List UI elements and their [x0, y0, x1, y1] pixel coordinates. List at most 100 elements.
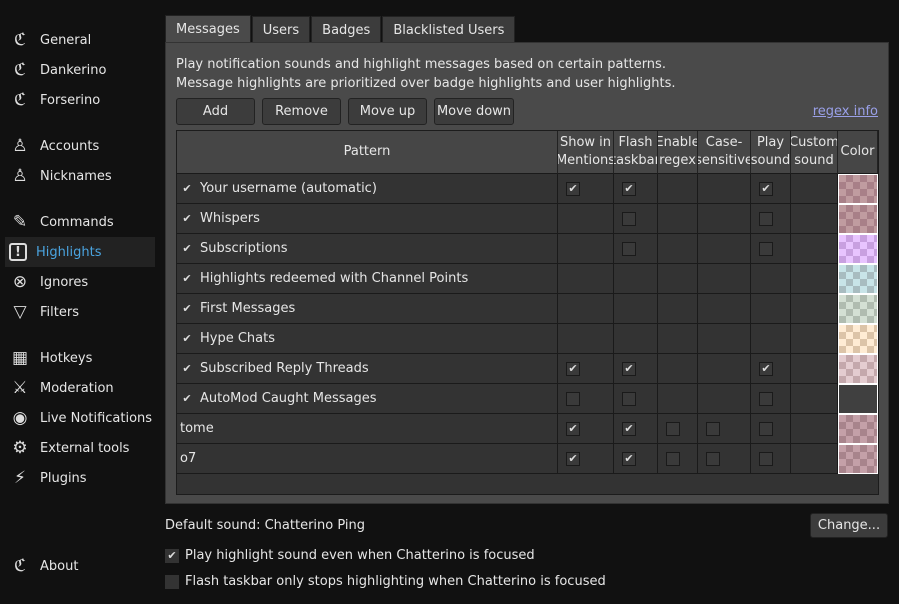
sidebar-item-label: General [40, 32, 92, 48]
user-icon: ♙ [12, 166, 28, 186]
enabled-checkbox[interactable]: ✔ [180, 331, 194, 346]
tab-blacklisted-users[interactable]: Blacklisted Users [382, 16, 516, 43]
tab-messages[interactable]: Messages [165, 15, 251, 43]
regex-info-link[interactable]: regex info [813, 104, 878, 119]
enabled-checkbox[interactable]: ✔ [180, 211, 194, 226]
move-down-button[interactable]: Move down [434, 98, 514, 125]
move-up-button[interactable]: Move up [348, 98, 427, 125]
enabled-checkbox[interactable]: ✔ [180, 271, 194, 286]
enable-regex-checkbox[interactable] [666, 451, 680, 466]
case-sensitive-checkbox[interactable] [706, 421, 720, 436]
sidebar-item-external-tools[interactable]: ⚙ External tools [5, 433, 155, 463]
play-sound-checkbox[interactable] [759, 211, 773, 226]
column-header-flash-taskbar[interactable]: Flash taskbar [614, 131, 658, 174]
cell-pattern[interactable]: ✔ Hype Chats [177, 324, 558, 354]
enabled-checkbox[interactable]: ✔ [180, 361, 194, 376]
column-header-show-in-mentions[interactable]: Show in Mentions [558, 131, 614, 174]
sidebar-item-accounts[interactable]: ♙ Accounts [5, 131, 155, 161]
sidebar-item-label: Live Notifications [40, 410, 153, 426]
play-sound-checkbox[interactable] [759, 391, 773, 406]
color-swatch[interactable] [838, 264, 878, 294]
color-swatch[interactable] [838, 354, 878, 384]
column-header-pattern[interactable]: Pattern [177, 131, 558, 174]
cell-pattern[interactable]: ✔ First Messages [177, 294, 558, 324]
cell-flash-taskbar: ✔ [614, 444, 658, 474]
flash-taskbar-checkbox[interactable]: ✔ [622, 421, 636, 436]
play-sound-checkbox[interactable]: ✔ [759, 181, 773, 196]
enabled-checkbox[interactable]: ✔ [180, 391, 194, 406]
sidebar-item-hotkeys[interactable]: ▦ Hotkeys [5, 343, 155, 373]
sidebar-item-label: External tools [40, 440, 130, 456]
sidebar-item-moderation[interactable]: ⚔ Moderation [5, 373, 155, 403]
show-in-mentions-checkbox[interactable]: ✔ [566, 451, 580, 466]
tab-badges[interactable]: Badges [311, 16, 382, 43]
show-in-mentions-checkbox[interactable]: ✔ [566, 361, 580, 376]
cell-pattern[interactable]: ✔ Your username (automatic) [177, 174, 558, 204]
change-sound-button[interactable]: Change... [810, 513, 888, 538]
cell-pattern[interactable]: ✔ Subscribed Reply Threads [177, 354, 558, 384]
sidebar-item-ignores[interactable]: ⊗ Ignores [5, 267, 155, 297]
broadcast-icon: ◉ [12, 408, 28, 428]
column-header-custom-sound[interactable]: Custom sound [791, 131, 838, 174]
flash-taskbar-checkbox[interactable] [622, 241, 636, 256]
cell-pattern[interactable]: ✔ Whispers [177, 204, 558, 234]
option-checkbox-row[interactable]: Flash taskbar only stops highlighting wh… [165, 574, 606, 589]
cell-pattern[interactable]: ✔ AutoMod Caught Messages [177, 384, 558, 414]
sidebar-item-about[interactable]: ℭ About [5, 551, 155, 581]
color-swatch[interactable] [838, 234, 878, 264]
option-checkbox-row[interactable]: ✔ Play highlight sound even when Chatteri… [165, 548, 535, 563]
sidebar-item-filters[interactable]: ▽ Filters [5, 297, 155, 327]
color-swatch[interactable] [838, 444, 878, 474]
cell-pattern[interactable]: ✔ Subscriptions [177, 234, 558, 264]
enabled-checkbox[interactable]: ✔ [180, 181, 194, 196]
play-sound-checkbox[interactable] [759, 421, 773, 436]
enabled-checkbox[interactable]: ✔ [180, 301, 194, 316]
add-button[interactable]: Add [176, 98, 255, 125]
show-in-mentions-checkbox[interactable]: ✔ [566, 181, 580, 196]
sidebar-item-commands[interactable]: ✎ Commands [5, 207, 155, 237]
sidebar-item-live-notifications[interactable]: ◉ Live Notifications [5, 403, 155, 433]
cell-play-sound [751, 414, 791, 444]
sidebar-item-forserino[interactable]: ℭ Forserino [5, 85, 155, 115]
tab-users[interactable]: Users [251, 16, 311, 43]
flash-taskbar-checkbox[interactable] [622, 211, 636, 226]
sidebar-item-nicknames[interactable]: ♙ Nicknames [5, 161, 155, 191]
flash-taskbar-checkbox[interactable]: ✔ [622, 451, 636, 466]
sidebar-item-dankerino[interactable]: ℭ Dankerino [5, 55, 155, 85]
color-swatch[interactable] [838, 324, 878, 354]
sidebar-item-general[interactable]: ℭ General [5, 25, 155, 55]
play-sound-checkbox[interactable] [759, 241, 773, 256]
color-swatch[interactable] [838, 174, 878, 204]
cell-pattern[interactable]: ✔ Highlights redeemed with Channel Points [177, 264, 558, 294]
sidebar-item-label: Accounts [40, 138, 100, 154]
play-sound-checkbox[interactable] [759, 451, 773, 466]
enable-regex-checkbox[interactable] [666, 421, 680, 436]
cell-color [838, 174, 878, 204]
case-sensitive-checkbox[interactable] [706, 451, 720, 466]
show-in-mentions-checkbox[interactable]: ✔ [566, 421, 580, 436]
color-swatch[interactable] [838, 384, 878, 414]
sidebar-item-plugins[interactable]: ⚡ Plugins [5, 463, 155, 493]
color-swatch[interactable] [838, 204, 878, 234]
show-in-mentions-checkbox[interactable] [566, 391, 580, 406]
pattern-text: Your username (automatic) [200, 181, 377, 196]
cell-case-sensitive [698, 354, 751, 384]
cell-flash-taskbar: ✔ [614, 354, 658, 384]
enabled-checkbox[interactable]: ✔ [180, 241, 194, 256]
remove-button[interactable]: Remove [262, 98, 341, 125]
color-swatch[interactable] [838, 414, 878, 444]
column-header-enable-regex[interactable]: Enable regex [658, 131, 698, 174]
option-checkbox[interactable] [165, 574, 179, 589]
column-header-case-sensitive[interactable]: Case- sensitive [698, 131, 751, 174]
cell-pattern[interactable]: tome [177, 414, 558, 444]
play-sound-checkbox[interactable]: ✔ [759, 361, 773, 376]
sidebar-item-highlights[interactable]: ! Highlights [5, 237, 155, 267]
flash-taskbar-checkbox[interactable]: ✔ [622, 361, 636, 376]
flash-taskbar-checkbox[interactable]: ✔ [622, 181, 636, 196]
color-swatch[interactable] [838, 294, 878, 324]
cell-pattern[interactable]: o7 [177, 444, 558, 474]
column-header-play-sound[interactable]: Play sound [751, 131, 791, 174]
option-checkbox[interactable]: ✔ [165, 548, 179, 563]
flash-taskbar-checkbox[interactable] [622, 391, 636, 406]
column-header-color[interactable]: Color [838, 131, 878, 174]
